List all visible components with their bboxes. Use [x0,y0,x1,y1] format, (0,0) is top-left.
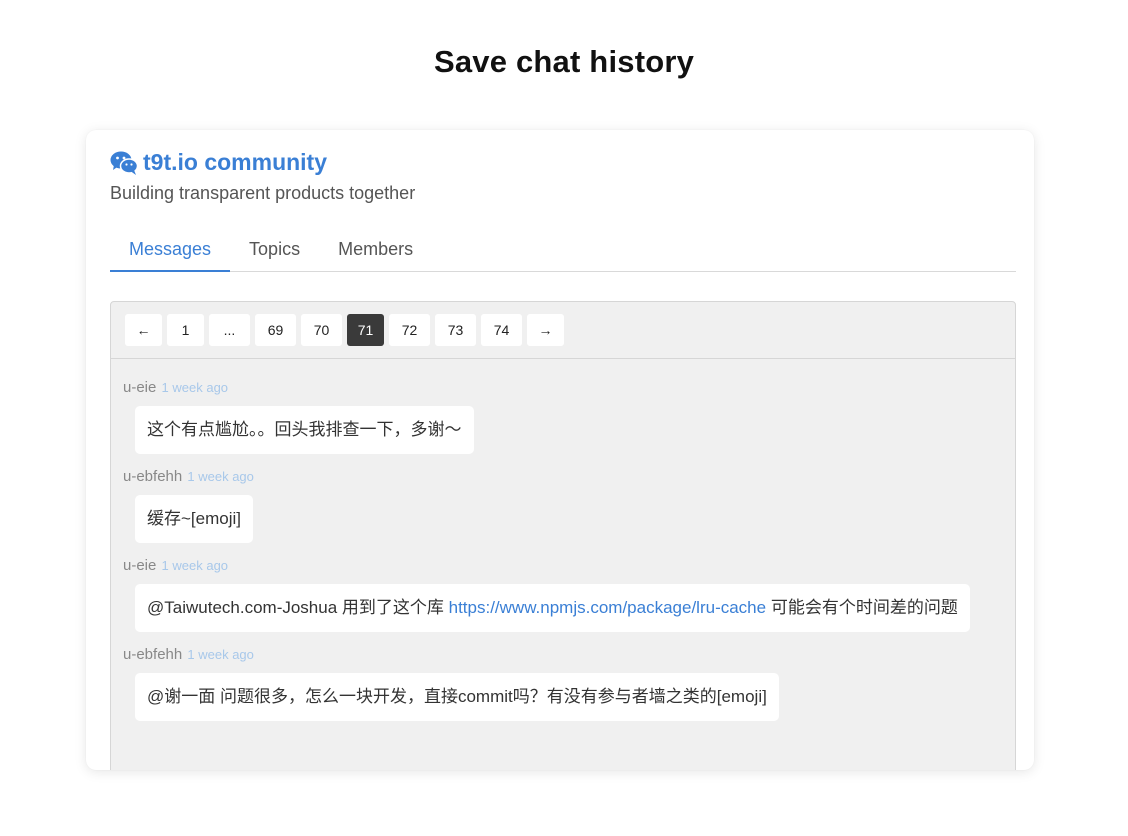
page-button[interactable]: 1 [167,314,204,346]
message-item: u-ebfehh 1 week ago 缓存~[emoji] [123,468,1015,543]
message-user[interactable]: u-eie [123,557,156,574]
prev-page-button[interactable]: ← [125,314,162,346]
message-meta: u-eie 1 week ago [123,379,1015,397]
message-time: 1 week ago [161,380,229,395]
message-user[interactable]: u-ebfehh [123,646,182,663]
message-text: @Taiwutech.com-Joshua 用到了这个库 [147,598,449,617]
message-item: u-eie 1 week ago 这个有点尴尬。。回头我排查一下，多谢～ [123,379,1015,454]
pagination: ← 1 ... 69 70 71 72 73 74 → [111,302,1015,359]
message-bubble: 这个有点尴尬。。回头我排查一下，多谢～ [135,406,474,454]
page-title: Save chat history [433,44,695,79]
community-header: t9t.io community [110,149,327,176]
messages-panel: ← 1 ... 69 70 71 72 73 74 → u-eie 1 week… [110,301,1016,770]
message-link[interactable]: https://www.npmjs.com/package/lru-cache [449,598,766,617]
community-name[interactable]: t9t.io community [143,149,327,176]
community-card: t9t.io community Building transparent pr… [86,130,1034,770]
message-text: 可能会有个时间差的问题 [766,598,958,617]
message-time: 1 week ago [187,469,254,484]
message-meta: u-ebfehh 1 week ago [123,646,1015,664]
message-meta: u-eie 1 week ago [123,557,1015,575]
message-item: u-eie 1 week ago @Taiwutech.com-Joshua 用… [123,557,1015,632]
page-ellipsis[interactable]: ... [209,314,250,346]
next-page-button[interactable]: → [527,314,564,346]
page-button[interactable]: 74 [481,314,522,346]
message-list: u-eie 1 week ago 这个有点尴尬。。回头我排查一下，多谢～ u-e… [111,359,1015,721]
wechat-icon [110,151,138,175]
tab-messages[interactable]: Messages [110,234,231,272]
page-button-current[interactable]: 71 [347,314,384,346]
message-user[interactable]: u-eie [123,379,156,396]
message-bubble: @谢一面 问题很多，怎么一块开发，直接commit吗？有没有参与者墙之类的[em… [135,673,779,721]
page-button[interactable]: 72 [389,314,430,346]
message-item: u-ebfehh 1 week ago @谢一面 问题很多，怎么一块开发，直接c… [123,646,1015,721]
message-user[interactable]: u-ebfehh [123,468,182,485]
message-meta: u-ebfehh 1 week ago [123,468,1015,486]
message-bubble: @Taiwutech.com-Joshua 用到了这个库 https://www… [135,584,970,632]
message-time: 1 week ago [187,647,254,662]
page-button[interactable]: 73 [435,314,476,346]
page-button[interactable]: 70 [301,314,342,346]
tab-members[interactable]: Members [319,234,432,272]
tab-bar: Messages Topics Members [110,234,1016,272]
message-bubble: 缓存~[emoji] [135,495,253,543]
message-time: 1 week ago [161,558,229,573]
community-tagline: Building transparent products together [110,183,416,203]
tab-topics[interactable]: Topics [230,234,319,272]
page-button[interactable]: 69 [255,314,296,346]
